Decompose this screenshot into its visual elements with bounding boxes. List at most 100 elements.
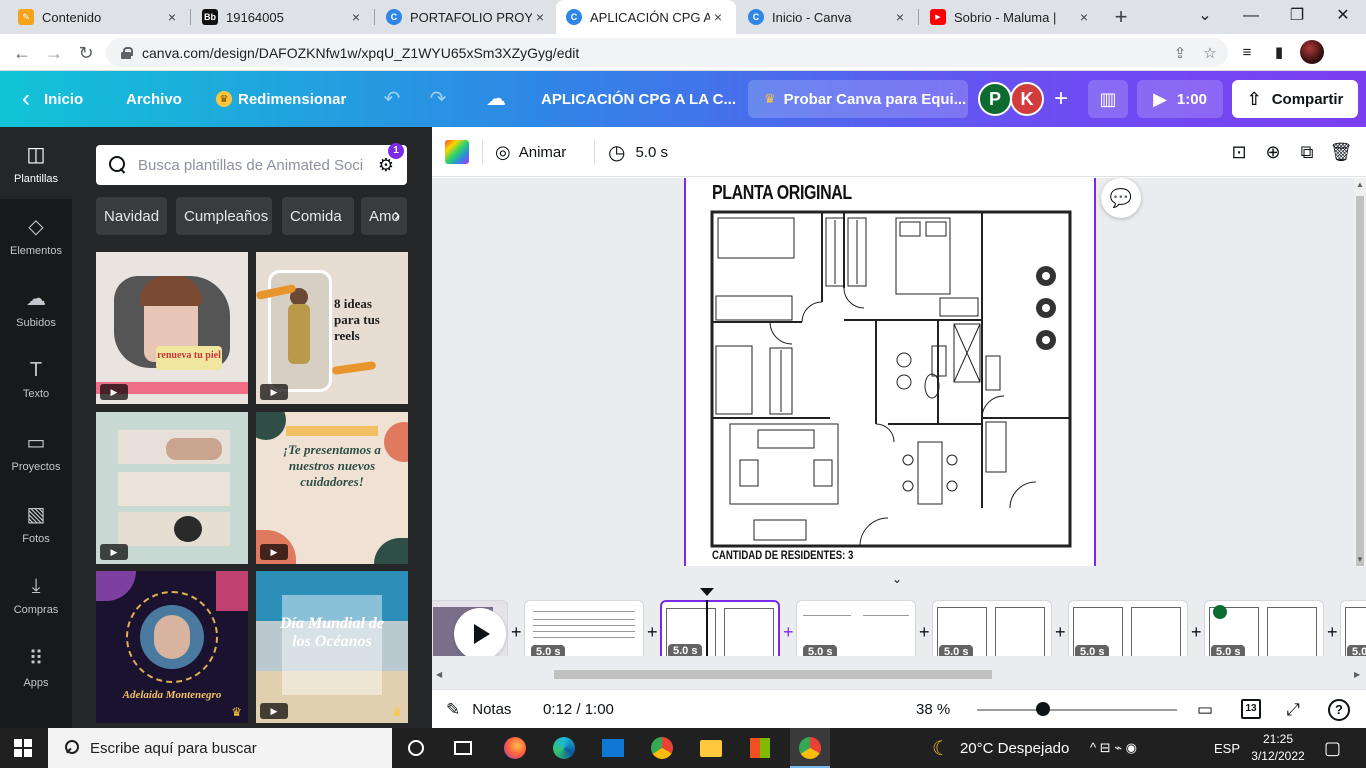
rail-item-templates[interactable]: ◫ Plantillas (0, 127, 72, 199)
weather-widget[interactable]: ☾ 20°C Despejado (932, 728, 1069, 768)
plan-title[interactable]: PLANTA ORIGINAL (712, 182, 852, 205)
file-explorer-icon[interactable] (698, 735, 724, 761)
filter-icon[interactable]: ⚙ 1 (375, 142, 404, 176)
cloud-save-icon[interactable]: ☁ (482, 85, 510, 113)
template-card[interactable]: Adelaida Montenegro ♛ (96, 571, 248, 723)
timeline-scene[interactable]: 5.0 s (796, 600, 916, 656)
close-window-button[interactable]: ✕ (1320, 0, 1366, 34)
tab-close-icon[interactable]: × (164, 9, 180, 25)
chevron-right-icon[interactable]: › (394, 205, 400, 226)
browser-tab-contenido[interactable]: ✎ Contenido × (8, 0, 190, 34)
redo-icon[interactable]: ↷ (424, 85, 452, 113)
maximize-button[interactable]: ❐ (1274, 0, 1320, 34)
timeline-scene[interactable]: 5.0 s (932, 600, 1052, 656)
mail-icon[interactable] (600, 735, 626, 761)
edge-icon[interactable] (551, 735, 577, 761)
add-page-icon[interactable]: ⊕ (1260, 139, 1286, 165)
add-scene-icon[interactable]: + (1055, 622, 1066, 643)
duplicate-page-icon[interactable]: ⧉ (1294, 139, 1320, 165)
scroll-right-icon[interactable]: ▶ (1354, 670, 1360, 679)
scroll-up-icon[interactable]: ▲ (1356, 180, 1364, 189)
lock-icon[interactable]: ⊡ (1226, 139, 1252, 165)
browser-tab-portafolio[interactable]: C PORTAFOLIO PROYEC × (376, 0, 558, 34)
timeline-scene-active[interactable]: 5.0 s (660, 600, 780, 656)
scrollbar-thumb[interactable] (1356, 196, 1364, 566)
template-card[interactable]: 8 ideas para tus reels ▶ (256, 252, 408, 404)
add-scene-icon[interactable]: + (1327, 622, 1338, 643)
language-indicator[interactable]: ESP (1214, 728, 1240, 768)
grid-view-icon[interactable]: ▭ (1192, 697, 1218, 723)
add-people-button[interactable]: + (1046, 80, 1076, 118)
template-card[interactable]: Día Mundial de los Océanos ▶ ♛ (256, 571, 408, 723)
chrome-icon[interactable] (649, 735, 675, 761)
timeline-scene[interactable]: 5.0 s (1204, 600, 1324, 656)
undo-icon[interactable]: ↶ (378, 85, 406, 113)
chip-navidad[interactable]: Navidad (96, 197, 167, 235)
add-scene-icon[interactable]: + (647, 622, 658, 643)
bookmark-star-icon[interactable]: ☆ (1198, 44, 1222, 62)
rail-item-uploads[interactable]: ☁ Subidos (0, 271, 72, 343)
add-scene-icon[interactable]: + (1191, 622, 1202, 643)
home-link[interactable]: ‹ Inicio (22, 71, 83, 127)
color-picker-swatch[interactable] (445, 140, 469, 164)
collaborator-avatar-k[interactable]: K (1010, 82, 1044, 116)
animate-button[interactable]: ◎ Animar (495, 127, 566, 177)
add-scene-icon[interactable]: + (511, 622, 522, 643)
taskbar-clock[interactable]: 21:25 3/12/2022 (1248, 731, 1308, 765)
add-scene-icon[interactable]: + (783, 622, 794, 643)
rail-item-photos[interactable]: ▧ Fotos (0, 487, 72, 559)
system-tray-icons[interactable]: ^ ⊟ ⌁ ◉ (1090, 728, 1137, 768)
chip-amor[interactable]: Amo (361, 197, 407, 235)
browser-tab-sobrio[interactable]: ▶ Sobrio - Maluma | × (920, 0, 1102, 34)
duration-button[interactable]: ◷ 5.0 s (608, 127, 668, 177)
firefox-icon[interactable] (502, 735, 528, 761)
tab-close-icon[interactable]: × (710, 9, 726, 25)
try-canva-teams-button[interactable]: ♛ Probar Canva para Equi... (748, 80, 968, 118)
insights-icon[interactable]: ▥ (1088, 80, 1128, 118)
rail-item-projects[interactable]: ▭ Proyectos (0, 415, 72, 487)
template-card[interactable]: ▶ (96, 412, 248, 564)
add-comment-icon[interactable]: 💬 (1101, 178, 1141, 218)
chip-comida[interactable]: Comida (282, 197, 354, 235)
rail-item-elements[interactable]: ◇ Elementos (0, 199, 72, 271)
browser-profile-avatar[interactable] (1300, 40, 1324, 64)
delete-page-icon[interactable]: 🗑 (1328, 139, 1354, 165)
template-search[interactable]: ⚙ 1 (96, 142, 407, 185)
chip-cumpleanos[interactable]: Cumpleaños (176, 197, 272, 235)
rail-item-text[interactable]: T Texto (0, 343, 72, 415)
design-title[interactable]: APLICACIÓN CPG A LA C... (541, 71, 736, 127)
share-page-icon[interactable]: ⇪ (1168, 44, 1192, 62)
present-play-button[interactable]: ▶ 1:00 (1137, 80, 1223, 118)
plan-caption[interactable]: CANTIDAD DE RESIDENTES: 3 (712, 548, 853, 562)
page-count-badge[interactable]: 13 (1241, 699, 1261, 719)
url-text[interactable]: canva.com/design/DAFOZKNfw1w/xpqU_Z1WYU6… (142, 45, 1168, 61)
chrome-profile-icon[interactable] (797, 735, 823, 761)
collapse-timeline-icon[interactable]: ⌄ (892, 572, 902, 586)
back-button[interactable]: ← (8, 39, 36, 67)
rail-item-purchases[interactable]: ⤓ Compras (0, 559, 72, 631)
browser-tab-inicio-canva[interactable]: C Inicio - Canva × (738, 0, 918, 34)
resize-button[interactable]: ♛ Redimensionar (216, 71, 346, 127)
timeline-scene[interactable]: 5.0 s (1068, 600, 1188, 656)
playhead-marker[interactable] (700, 588, 714, 596)
collaborator-avatar-p[interactable]: P (978, 82, 1012, 116)
browser-tab-aplicacion-active[interactable]: C APLICACIÓN CPG A LA × (556, 0, 736, 34)
share-button[interactable]: ⇧ Compartir (1232, 80, 1358, 118)
rail-item-apps[interactable]: ⠿ Apps (0, 631, 72, 703)
minimize-button[interactable]: — (1228, 0, 1274, 34)
forward-button[interactable]: → (40, 39, 68, 67)
store-icon[interactable] (747, 735, 773, 761)
lock-icon[interactable] (120, 46, 133, 59)
timeline-scroll-thumb[interactable] (554, 670, 992, 679)
tab-close-icon[interactable]: × (532, 9, 548, 25)
floor-plan-drawing[interactable] (710, 210, 1072, 548)
zoom-slider[interactable] (977, 709, 1177, 711)
scroll-down-icon[interactable]: ▼ (1356, 555, 1364, 564)
tab-close-icon[interactable]: × (348, 9, 364, 25)
cortana-icon[interactable] (403, 735, 429, 761)
template-card[interactable]: renueva tu piel ▶ (96, 252, 248, 404)
task-view-icon[interactable] (450, 735, 476, 761)
vertical-scrollbar[interactable]: ▲ ▼ (1354, 178, 1366, 566)
template-card[interactable]: ¡Te presentamos a nuestros nuevos cuidad… (256, 412, 408, 564)
tab-close-icon[interactable]: × (1076, 9, 1092, 25)
